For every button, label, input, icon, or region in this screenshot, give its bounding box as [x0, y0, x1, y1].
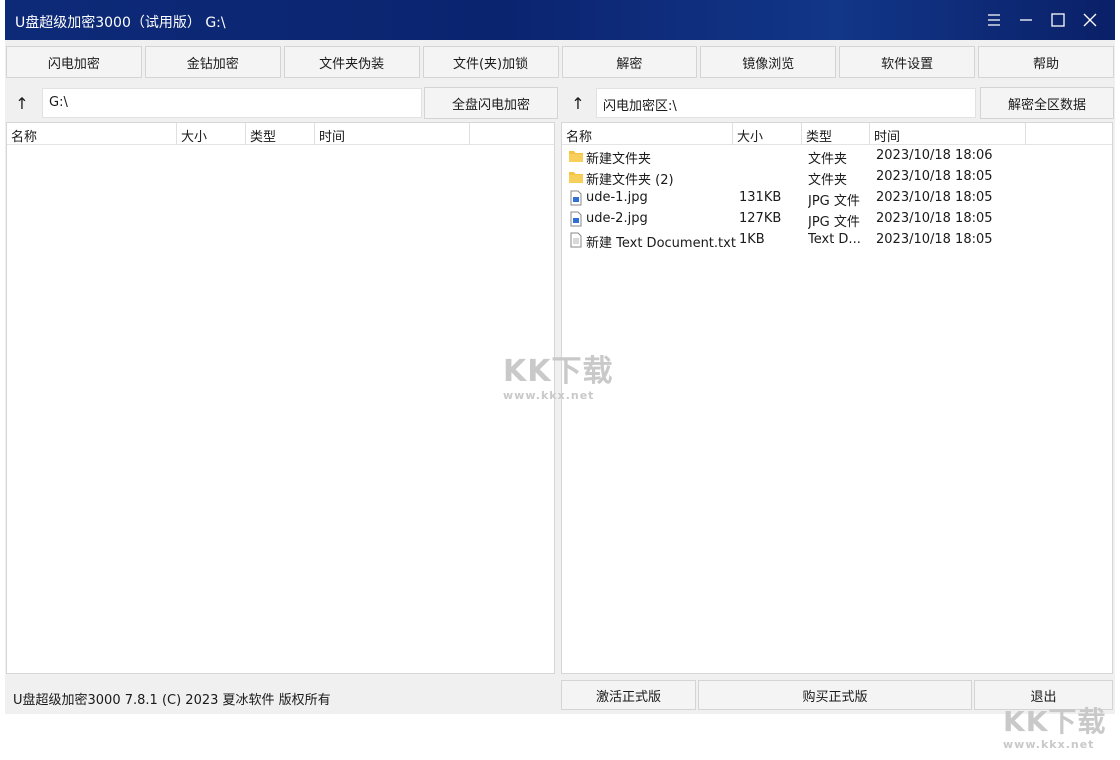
folder-icon	[569, 172, 583, 183]
file-time: 2023/10/18 18:06	[876, 148, 993, 163]
column-type-header[interactable]: 类型	[802, 123, 870, 145]
folder-disguise-button[interactable]: 文件夹伪装	[283, 46, 420, 78]
file-row[interactable]: 新建文件夹 文件夹 2023/10/18 18:06	[562, 146, 1112, 167]
file-time: 2023/10/18 18:05	[876, 232, 993, 247]
file-name: ude-1.jpg	[586, 190, 648, 205]
settings-button[interactable]: 软件设置	[839, 46, 976, 78]
left-path-bar: ↑ G:\ 全盘闪电加密	[6, 87, 558, 119]
file-time: 2023/10/18 18:05	[876, 190, 993, 205]
file-type: 文件夹	[808, 152, 848, 167]
left-path-field[interactable]: G:\	[42, 88, 422, 118]
flash-encrypt-button[interactable]: 闪电加密	[6, 46, 142, 78]
right-up-button[interactable]: ↑	[562, 87, 594, 119]
column-time-header[interactable]: 时间	[870, 123, 1026, 145]
activate-button[interactable]: 激活正式版	[561, 680, 696, 710]
column-time-header[interactable]: 时间	[315, 123, 470, 145]
window-title: U盘超级加密3000（试用版） G:\	[15, 15, 226, 31]
file-time: 2023/10/18 18:05	[876, 211, 993, 226]
window-controls	[983, 8, 1101, 32]
file-type: Text D...	[808, 232, 861, 247]
copyright-text: U盘超级加密3000 7.8.1 (C) 2023 夏冰软件 版权所有	[13, 693, 331, 708]
file-size: 127KB	[739, 211, 782, 226]
file-name: ude-2.jpg	[586, 211, 648, 226]
status-bar: U盘超级加密3000 7.8.1 (C) 2023 夏冰软件 版权所有 激活正式…	[5, 680, 1115, 714]
full-disk-flash-encrypt-button[interactable]: 全盘闪电加密	[424, 87, 558, 119]
main-toolbar: 闪电加密 金钻加密 文件夹伪装 文件(夹)加锁 解密 镜像浏览 软件设置 帮助	[5, 46, 1115, 78]
watermark-url: www.kkx.net	[1003, 738, 1095, 751]
right-rows: 新建文件夹 文件夹 2023/10/18 18:06 新建文件夹 (2) 文件夹…	[562, 146, 1112, 251]
file-row[interactable]: ude-1.jpg 131KB JPG 文件 2023/10/18 18:05	[562, 188, 1112, 209]
file-size: 131KB	[739, 190, 782, 205]
title-bar[interactable]: U盘超级加密3000（试用版） G:\	[5, 0, 1115, 40]
file-row[interactable]: 新建文件夹 (2) 文件夹 2023/10/18 18:05	[562, 167, 1112, 188]
image-browse-button[interactable]: 镜像浏览	[700, 46, 837, 78]
folder-icon	[569, 151, 583, 162]
column-size-header[interactable]: 大小	[177, 123, 246, 145]
minimize-icon[interactable]	[1015, 8, 1037, 32]
buy-button[interactable]: 购买正式版	[698, 680, 972, 710]
file-type: JPG 文件	[808, 194, 860, 209]
menu-icon[interactable]	[983, 8, 1005, 32]
maximize-icon[interactable]	[1047, 8, 1069, 32]
image-file-icon	[570, 211, 582, 227]
watermark-logo: KK下载	[1003, 705, 1107, 738]
file-name: 新建文件夹	[586, 152, 652, 167]
watermark-logo: KK下载	[503, 354, 614, 389]
left-up-button[interactable]: ↑	[6, 87, 38, 119]
column-name-header[interactable]: 名称	[562, 123, 733, 145]
decrypt-button[interactable]: 解密	[561, 46, 698, 78]
column-type-header[interactable]: 类型	[246, 123, 315, 145]
close-icon[interactable]	[1079, 8, 1101, 32]
watermark-corner: KK下载 www.kkx.net	[1003, 705, 1107, 752]
text-file-icon	[570, 232, 582, 248]
image-file-icon	[570, 190, 582, 206]
file-type: JPG 文件	[808, 215, 860, 230]
watermark-center: KK下载 www.kkx.net	[503, 354, 614, 403]
column-size-header[interactable]: 大小	[733, 123, 802, 145]
file-name: 新建 Text Document.txt	[586, 236, 736, 251]
diamond-encrypt-button[interactable]: 金钻加密	[144, 46, 281, 78]
decrypt-all-data-button[interactable]: 解密全区数据	[980, 87, 1114, 119]
right-list-header: 名称 大小 类型 时间	[562, 123, 1112, 145]
right-path-field[interactable]: 闪电加密区:\	[596, 88, 976, 118]
column-name-header[interactable]: 名称	[7, 123, 177, 145]
watermark-url: www.kkx.net	[503, 389, 595, 402]
file-size: 1KB	[739, 232, 765, 247]
file-type: 文件夹	[808, 173, 848, 188]
right-path-bar: ↑ 闪电加密区:\ 解密全区数据	[562, 87, 1114, 119]
file-name: 新建文件夹 (2)	[586, 173, 674, 188]
file-row[interactable]: ude-2.jpg 127KB JPG 文件 2023/10/18 18:05	[562, 209, 1112, 230]
file-time: 2023/10/18 18:05	[876, 169, 993, 184]
left-file-list[interactable]: 名称 大小 类型 时间	[6, 122, 555, 674]
help-button[interactable]: 帮助	[978, 46, 1114, 78]
left-list-header: 名称 大小 类型 时间	[7, 123, 554, 145]
right-file-list[interactable]: 名称 大小 类型 时间 新建文件夹 文件夹 2023/10/18 18:06 新…	[561, 122, 1113, 674]
file-row[interactable]: 新建 Text Document.txt 1KB Text D... 2023/…	[562, 230, 1112, 251]
folder-lock-button[interactable]: 文件(夹)加锁	[422, 46, 559, 78]
